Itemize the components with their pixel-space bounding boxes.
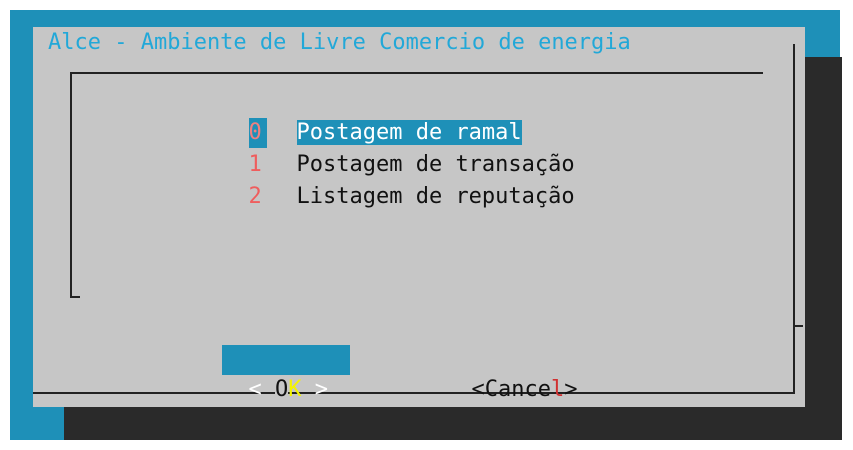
ok-button-left-bracket: < bbox=[248, 377, 275, 402]
menu-box-bottom-left-tick bbox=[70, 296, 80, 298]
menu-box-left-border bbox=[70, 72, 72, 298]
cancel-button[interactable]: <Cancel> bbox=[445, 345, 578, 402]
dialog-window bbox=[33, 27, 805, 407]
ok-button-hotkey: K bbox=[288, 377, 302, 402]
ok-button-right-bracket: > bbox=[301, 377, 328, 402]
menu-box-top-border bbox=[70, 72, 763, 74]
menu-item-listagem-de-reputacao[interactable]: 2 Listagem de reputação bbox=[222, 152, 575, 209]
cancel-button-hotkey: l bbox=[550, 377, 565, 402]
ok-button[interactable]: < OK > bbox=[222, 345, 350, 402]
dialog-bottom-border bbox=[33, 392, 795, 394]
menu-item-label: Listagem de reputação bbox=[296, 184, 575, 209]
menu-item-postagem-de-ramal[interactable]: 0 Postagem de ramal bbox=[222, 88, 522, 148]
dialog-right-tick bbox=[793, 325, 803, 327]
cancel-button-text: Cance bbox=[484, 377, 551, 402]
menu-item-postagem-de-transacao[interactable]: 1 Postagem de transação bbox=[222, 120, 575, 177]
dialog-right-border bbox=[793, 44, 795, 394]
cancel-button-close-bracket: > bbox=[564, 377, 578, 402]
menu-item-tag: 2 bbox=[248, 184, 262, 209]
dialog-title: Alce - Ambiente de Livre Comercio de ene… bbox=[48, 30, 631, 55]
cancel-button-open-bracket: < bbox=[471, 377, 485, 402]
ok-button-first-letter: O bbox=[275, 377, 289, 402]
